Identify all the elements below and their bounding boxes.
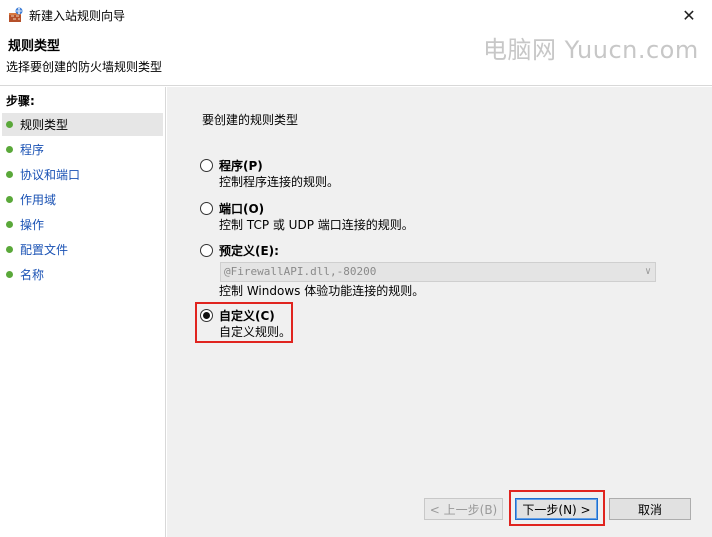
program-radio[interactable] <box>200 159 213 172</box>
firewall-app-icon <box>9 7 23 22</box>
step-bullet-icon <box>6 246 13 253</box>
cancel-button[interactable]: 取消 <box>609 498 691 520</box>
sidebar-item-label[interactable]: 作用域 <box>20 191 56 208</box>
sidebar-item-label[interactable]: 协议和端口 <box>20 166 80 183</box>
step-bullet-icon <box>6 196 13 203</box>
sidebar-item-name[interactable]: 名称 <box>2 263 163 286</box>
option-description: 控制 TCP 或 UDP 端口连接的规则。 <box>219 218 414 232</box>
rule-type-prompt: 要创建的规则类型 <box>202 113 299 127</box>
option-label[interactable]: 预定义(E): <box>219 242 279 259</box>
sidebar-item-action[interactable]: 操作 <box>2 213 163 236</box>
main-content: 要创建的规则类型 程序(P) 控制程序连接的规则。 端口(O) 控制 TCP 或… <box>167 87 712 537</box>
close-icon: ✕ <box>682 5 696 25</box>
page-title: 规则类型 <box>8 39 61 54</box>
title-bar: 新建入站规则向导 ✕ <box>0 0 712 30</box>
custom-option-highlight <box>195 302 293 343</box>
predefined-radio[interactable] <box>200 244 213 257</box>
sidebar-item-scope[interactable]: 作用域 <box>2 188 163 211</box>
predefined-select-value: @FirewallAPI.dll,-80200 <box>224 265 377 278</box>
watermark: 电脑网 Yuucn.com <box>483 36 699 64</box>
close-button[interactable]: ✕ <box>666 0 712 30</box>
step-bullet-icon <box>6 271 13 278</box>
next-button-highlight <box>509 490 605 526</box>
option-label[interactable]: 端口(O) <box>219 200 264 217</box>
chevron-down-icon: ∨ <box>644 266 651 277</box>
sidebar-item-rule-type: 规则类型 <box>2 113 163 136</box>
step-bullet-icon <box>6 171 13 178</box>
sidebar-item-program[interactable]: 程序 <box>2 138 163 161</box>
step-bullet-icon <box>6 221 13 228</box>
sidebar-item-profile[interactable]: 配置文件 <box>2 238 163 261</box>
option-description: 控制 Windows 体验功能连接的规则。 <box>219 284 425 298</box>
port-radio[interactable] <box>200 202 213 215</box>
sidebar-item-protocol-ports[interactable]: 协议和端口 <box>2 163 163 186</box>
sidebar-item-label[interactable]: 配置文件 <box>20 241 68 258</box>
window-title: 新建入站规则向导 <box>29 9 126 23</box>
option-description: 控制程序连接的规则。 <box>219 175 340 189</box>
sidebar-item-label[interactable]: 操作 <box>20 216 44 233</box>
wizard-header: 规则类型 选择要创建的防火墙规则类型 电脑网 Yuucn.com <box>0 30 712 86</box>
option-label[interactable]: 程序(P) <box>219 157 263 174</box>
sidebar-item-label[interactable]: 名称 <box>20 266 44 283</box>
sidebar-item-label[interactable]: 程序 <box>20 141 44 158</box>
steps-title: 步骤: <box>6 94 35 108</box>
predefined-rule-select: @FirewallAPI.dll,-80200 ∨ <box>220 262 656 282</box>
steps-sidebar: 步骤: 规则类型 程序 协议和端口 作用域 操作 配置文件 名称 <box>0 87 166 537</box>
page-subtitle: 选择要创建的防火墙规则类型 <box>6 60 163 74</box>
step-bullet-icon <box>6 146 13 153</box>
back-button[interactable]: < 上一步(B) <box>424 498 503 520</box>
step-bullet-icon <box>6 121 13 128</box>
sidebar-item-label: 规则类型 <box>20 118 69 132</box>
